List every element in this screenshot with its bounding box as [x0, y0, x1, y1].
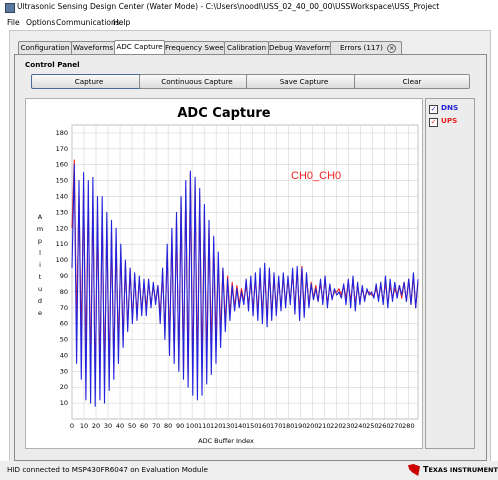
menu-communications[interactable]: Communications: [56, 18, 120, 27]
menu-file[interactable]: File: [7, 18, 20, 27]
x-tick-label: 70: [152, 422, 160, 430]
x-tick-label: 220: [330, 422, 342, 430]
x-tick-label: 120: [210, 422, 222, 430]
x-tick-label: 170: [270, 422, 282, 430]
y-tick-label: 160: [56, 161, 68, 169]
adc-capture-panel: Control Panel Capture Continuous Capture…: [14, 54, 487, 461]
y-tick-label: 180: [56, 129, 68, 137]
main-panel: Configuration Waveforms ADC Capture Freq…: [9, 30, 491, 462]
x-tick-label: 20: [92, 422, 100, 430]
tab-frequency-sweep[interactable]: Frequency Sweep: [164, 41, 228, 54]
x-tick-label: 150: [246, 422, 258, 430]
y-axis-label-letter: t: [39, 273, 42, 281]
x-tick-label: 80: [164, 422, 172, 430]
x-tick-label: 100: [186, 422, 198, 430]
x-tick-label: 230: [342, 422, 354, 430]
x-tick-label: 260: [378, 422, 390, 430]
adc-chart-svg: ADC Capture 0 10 20 30 40 50 60 70 80 90 100 110 120…: [37, 106, 419, 445]
x-tick-label: 250: [366, 422, 378, 430]
chart-annotation: CH0_CH0: [291, 170, 341, 182]
y-tick-label: 150: [56, 177, 68, 185]
y-tick-label: 120: [56, 224, 68, 232]
title-bar: Ultrasonic Sensing Design Center (Water …: [0, 0, 498, 15]
x-tick-label: 200: [306, 422, 318, 430]
window-title: Ultrasonic Sensing Design Center (Water …: [17, 2, 440, 11]
tab-errors[interactable]: Errors (117) ×: [330, 41, 402, 54]
y-axis-label-letter: d: [38, 297, 42, 305]
x-tick-label: 60: [140, 422, 148, 430]
y-axis-label-letter: m: [37, 225, 43, 233]
legend-dns[interactable]: ✓ DNS: [429, 103, 458, 114]
y-tick-label: 70: [60, 304, 68, 312]
menu-bar: File Options Communications Help: [0, 17, 498, 29]
x-tick-label: 50: [128, 422, 136, 430]
checkbox-checked-icon[interactable]: ✓: [429, 105, 438, 114]
status-bar: HID connected to MSP430FR6047 on Evaluat…: [0, 461, 498, 480]
x-tick-label: 40: [116, 422, 124, 430]
y-tick-label: 140: [56, 193, 68, 201]
tab-errors-label: Errors (117): [340, 43, 383, 52]
legend-ups[interactable]: ✓ UPS: [429, 116, 457, 127]
y-axis-label-letter: i: [39, 261, 41, 269]
y-tick-label: 30: [60, 367, 68, 375]
x-tick-label: 190: [294, 422, 306, 430]
x-tick-label: 90: [176, 422, 184, 430]
chart-title: ADC Capture: [177, 106, 270, 121]
tab-debug-waveform[interactable]: Debug Waveform: [268, 41, 331, 54]
menu-options[interactable]: Options: [26, 18, 55, 27]
capture-button[interactable]: Capture: [31, 74, 147, 89]
legend-panel: ✓ DNS ✓ UPS: [425, 98, 475, 449]
tab-waveforms[interactable]: Waveforms: [71, 41, 115, 54]
x-tick-label: 280: [402, 422, 414, 430]
save-capture-button[interactable]: Save Capture: [246, 74, 362, 89]
x-tick-label: 0: [70, 422, 74, 430]
brand-text: TEXAS INSTRUMENTS: [423, 465, 498, 474]
y-tick-label: 80: [60, 288, 68, 296]
x-tick-label: 210: [318, 422, 330, 430]
y-axis-label-letter: e: [38, 309, 42, 317]
y-tick-label: 100: [56, 256, 68, 264]
x-tick-label: 30: [104, 422, 112, 430]
legend-dns-label: DNS: [441, 103, 459, 112]
chart-grid: [71, 124, 419, 420]
tab-configuration[interactable]: Configuration: [18, 41, 72, 54]
status-text: HID connected to MSP430FR6047 on Evaluat…: [7, 465, 208, 474]
x-tick-label: 130: [222, 422, 234, 430]
legend-ups-label: UPS: [441, 116, 458, 125]
x-tick-label: 240: [354, 422, 366, 430]
x-tick-label: 10: [80, 422, 88, 430]
x-tick-label: 110: [198, 422, 210, 430]
x-tick-label: 270: [390, 422, 402, 430]
continuous-capture-button[interactable]: Continuous Capture: [139, 74, 255, 89]
x-tick-label: 160: [258, 422, 270, 430]
checkbox-checked-icon[interactable]: ✓: [429, 118, 438, 127]
clear-button[interactable]: Clear: [354, 74, 470, 89]
menu-help[interactable]: Help: [113, 18, 130, 27]
texas-instruments-logo-icon: [408, 464, 420, 476]
y-tick-label: 170: [56, 145, 68, 153]
adc-chart: ADC Capture 0 10 20 30 40 50 60 70 80 90 100 110 120…: [25, 98, 423, 449]
app-icon: [5, 3, 15, 13]
tab-calibration[interactable]: Calibration: [224, 41, 269, 54]
y-tick-label: 110: [56, 240, 68, 248]
y-tick-label: 60: [60, 320, 68, 328]
y-tick-label: 90: [60, 272, 68, 280]
y-axis-label: Amplitude: [37, 213, 43, 317]
x-tick-label: 180: [282, 422, 294, 430]
tab-adc-capture[interactable]: ADC Capture: [114, 40, 165, 55]
y-axis-label-letter: l: [39, 249, 41, 257]
y-axis-label-letter: u: [38, 285, 42, 293]
y-tick-label: 40: [60, 351, 68, 359]
y-tick-label: 130: [56, 208, 68, 216]
x-tick-label: 140: [234, 422, 246, 430]
y-tick-label: 50: [60, 336, 68, 344]
close-icon[interactable]: ×: [387, 44, 397, 53]
y-axis-label-letter: A: [38, 213, 43, 221]
x-axis-label: ADC Buffer Index: [198, 437, 254, 445]
plot-area: [71, 124, 419, 420]
y-axis-label-letter: p: [38, 237, 42, 245]
y-tick-label: 10: [60, 399, 68, 407]
y-tick-label: 20: [60, 383, 68, 391]
control-panel-title: Control Panel: [25, 60, 80, 69]
